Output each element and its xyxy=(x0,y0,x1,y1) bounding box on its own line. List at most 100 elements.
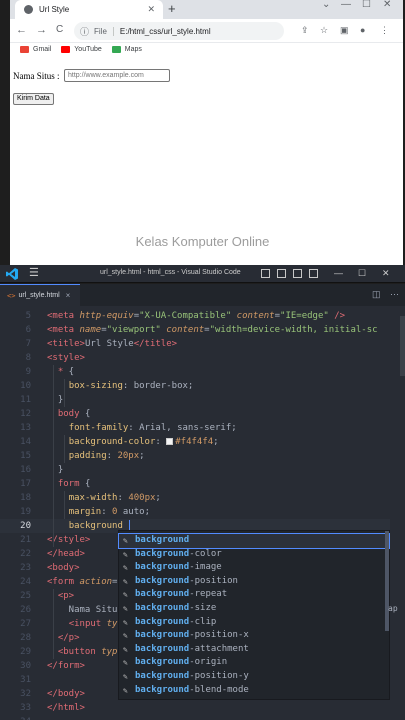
suggestion-item[interactable]: ✎ background-size xyxy=(119,602,389,616)
editor-tab[interactable]: <> url_style.html × xyxy=(0,284,80,306)
line-number: 25 xyxy=(20,591,31,601)
side-panel-icon[interactable]: ▣ xyxy=(340,25,349,36)
suggestion-widget: ✎ background ✎ background-color ✎ background-… xyxy=(118,530,390,700)
line-number: 7 xyxy=(25,339,31,349)
suggestion-scrollbar[interactable] xyxy=(385,531,389,631)
code-line[interactable]: 17 form { xyxy=(0,477,405,491)
code-text: <form action= xyxy=(47,577,118,587)
layout-panel-icon[interactable] xyxy=(277,269,286,278)
code-line[interactable]: 12 body { xyxy=(0,407,405,421)
suggestion-item[interactable]: ✎ background-repeat xyxy=(119,588,389,602)
suggestion-label: background-position-x xyxy=(135,630,249,641)
minimize-button[interactable]: — xyxy=(334,268,343,278)
maximize-button[interactable]: ☐ xyxy=(362,0,371,10)
profile-avatar-icon[interactable]: ● xyxy=(360,25,365,35)
code-text: </body> xyxy=(47,689,85,699)
close-tab-icon[interactable]: ✕ xyxy=(147,4,155,15)
address-bar[interactable]: ⓘ File E:/html_css/url_style.html xyxy=(74,22,284,40)
line-number: 15 xyxy=(20,451,31,461)
code-line[interactable]: 19 margin: 0 auto; xyxy=(0,505,405,519)
reload-button[interactable]: C xyxy=(56,24,63,35)
code-editor[interactable]: 5 <meta http-equiv="X-UA-Compatible" cont… xyxy=(0,306,405,720)
suggestion-item[interactable]: ✎ background-clip xyxy=(119,616,389,630)
code-text: } xyxy=(47,465,64,475)
suggestion-item[interactable]: ✎ background-position-x xyxy=(119,629,389,643)
wrench-icon: ✎ xyxy=(123,631,128,641)
browser-tab[interactable]: Url Style ✕ xyxy=(15,0,163,19)
bookmark-gmail[interactable]: Gmail xyxy=(20,46,51,53)
code-line[interactable]: 5 <meta http-equiv="X-UA-Compatible" cont… xyxy=(0,309,405,323)
line-number: 18 xyxy=(20,493,31,503)
code-line[interactable]: 13 font-family: Arial, sans-serif; xyxy=(0,421,405,435)
bookmark-star-icon[interactable]: ☆ xyxy=(320,25,328,36)
share-icon[interactable]: ⇪ xyxy=(301,25,309,36)
code-text: <meta name="viewport" content="width=dev… xyxy=(47,325,378,335)
suggestion-item[interactable]: ✎ background-origin xyxy=(119,656,389,670)
line-number: 31 xyxy=(20,675,31,685)
more-actions-icon[interactable]: ⋯ xyxy=(390,290,399,299)
suggestion-item[interactable]: ✎ background xyxy=(118,533,390,549)
line-number: 26 xyxy=(20,605,31,615)
code-line[interactable]: 16 } xyxy=(0,463,405,477)
bookmark-youtube[interactable]: YouTube xyxy=(61,46,102,53)
code-text: padding: 20px; xyxy=(68,451,145,461)
code-line[interactable]: 7 <title>Url Style</title> xyxy=(0,337,405,351)
wrench-icon: ✎ xyxy=(123,549,128,559)
code-line[interactable]: 6 <meta name="viewport" content="width=de… xyxy=(0,323,405,337)
layout-sidebar-icon[interactable] xyxy=(261,269,270,278)
code-line[interactable]: 34 xyxy=(0,715,405,720)
url-text[interactable]: E:/html_css/url_style.html xyxy=(120,27,211,36)
browser-tab-strip: Url Style ✕ + ⌄ — ☐ ✕ xyxy=(10,0,403,19)
suggestion-item[interactable]: ✎ background-position xyxy=(119,575,389,589)
suggestion-item[interactable]: ✎ background-attachment xyxy=(119,643,389,657)
code-line[interactable]: 15 padding: 20px; xyxy=(0,449,405,463)
split-editor-icon[interactable]: ◫ xyxy=(372,290,381,299)
menu-icon[interactable]: ☰ xyxy=(29,268,39,279)
more-options-icon[interactable]: ⋮ xyxy=(380,25,389,36)
code-text: <p> xyxy=(57,591,75,601)
forward-button[interactable]: → xyxy=(36,24,47,36)
close-tab-icon[interactable]: × xyxy=(66,291,71,300)
layout-customize-icon[interactable] xyxy=(309,269,318,278)
line-number: 14 xyxy=(20,437,31,447)
line-number: 10 xyxy=(20,381,31,391)
submit-button[interactable]: Kirim Data xyxy=(13,93,54,105)
suggestion-item[interactable]: ✎ background-position-y xyxy=(119,670,389,684)
url-input[interactable]: http://www.example.com xyxy=(64,69,170,82)
code-line[interactable]: 8 <style> xyxy=(0,351,405,365)
bookmark-label: Gmail xyxy=(33,46,52,53)
suggestion-item[interactable]: ✎ background-color xyxy=(119,548,389,562)
divider xyxy=(112,26,114,36)
line-number: 22 xyxy=(20,549,31,559)
minimize-button[interactable]: — xyxy=(341,0,351,10)
suggestion-item[interactable]: ✎ background-image xyxy=(119,561,389,575)
close-window-button[interactable]: ✕ xyxy=(383,0,391,10)
gmail-icon xyxy=(20,46,29,53)
info-icon[interactable]: ⓘ xyxy=(80,25,89,38)
back-button[interactable]: ← xyxy=(16,24,27,36)
chevron-down-icon[interactable]: ⌄ xyxy=(322,0,330,10)
scrollbar-thumb[interactable] xyxy=(400,316,405,376)
code-text: <title>Url Style</title> xyxy=(47,339,178,349)
suggestion-label: background-size xyxy=(135,603,217,613)
code-line[interactable]: 33 </html> xyxy=(0,701,405,715)
editor-tab-label: url_style.html xyxy=(18,292,60,299)
layout-secondary-icon[interactable] xyxy=(293,269,302,278)
code-text: </form> xyxy=(47,661,85,671)
code-line[interactable]: 11 } xyxy=(0,393,405,407)
indent-guide xyxy=(53,589,54,659)
close-window-button[interactable]: ✕ xyxy=(382,268,390,278)
suggestion-item[interactable]: ✎ background-blend-mode xyxy=(119,684,389,698)
youtube-icon xyxy=(61,46,71,53)
maximize-button[interactable]: ☐ xyxy=(358,268,366,278)
new-tab-button[interactable]: + xyxy=(168,2,176,16)
code-text: <button typ xyxy=(57,647,118,657)
line-number: 33 xyxy=(20,703,31,713)
code-line[interactable]: 10 box-sizing: border-box; xyxy=(0,379,405,393)
code-line[interactable]: 9 * { xyxy=(0,365,405,379)
bookmark-maps[interactable]: Maps xyxy=(111,46,142,53)
code-line[interactable]: 18 max-width: 400px; xyxy=(0,491,405,505)
code-line[interactable]: 14 background-color: #f4f4f4; xyxy=(0,435,405,449)
site-name-label: Nama Situs : xyxy=(13,71,60,81)
wrench-icon: ✎ xyxy=(123,576,128,586)
